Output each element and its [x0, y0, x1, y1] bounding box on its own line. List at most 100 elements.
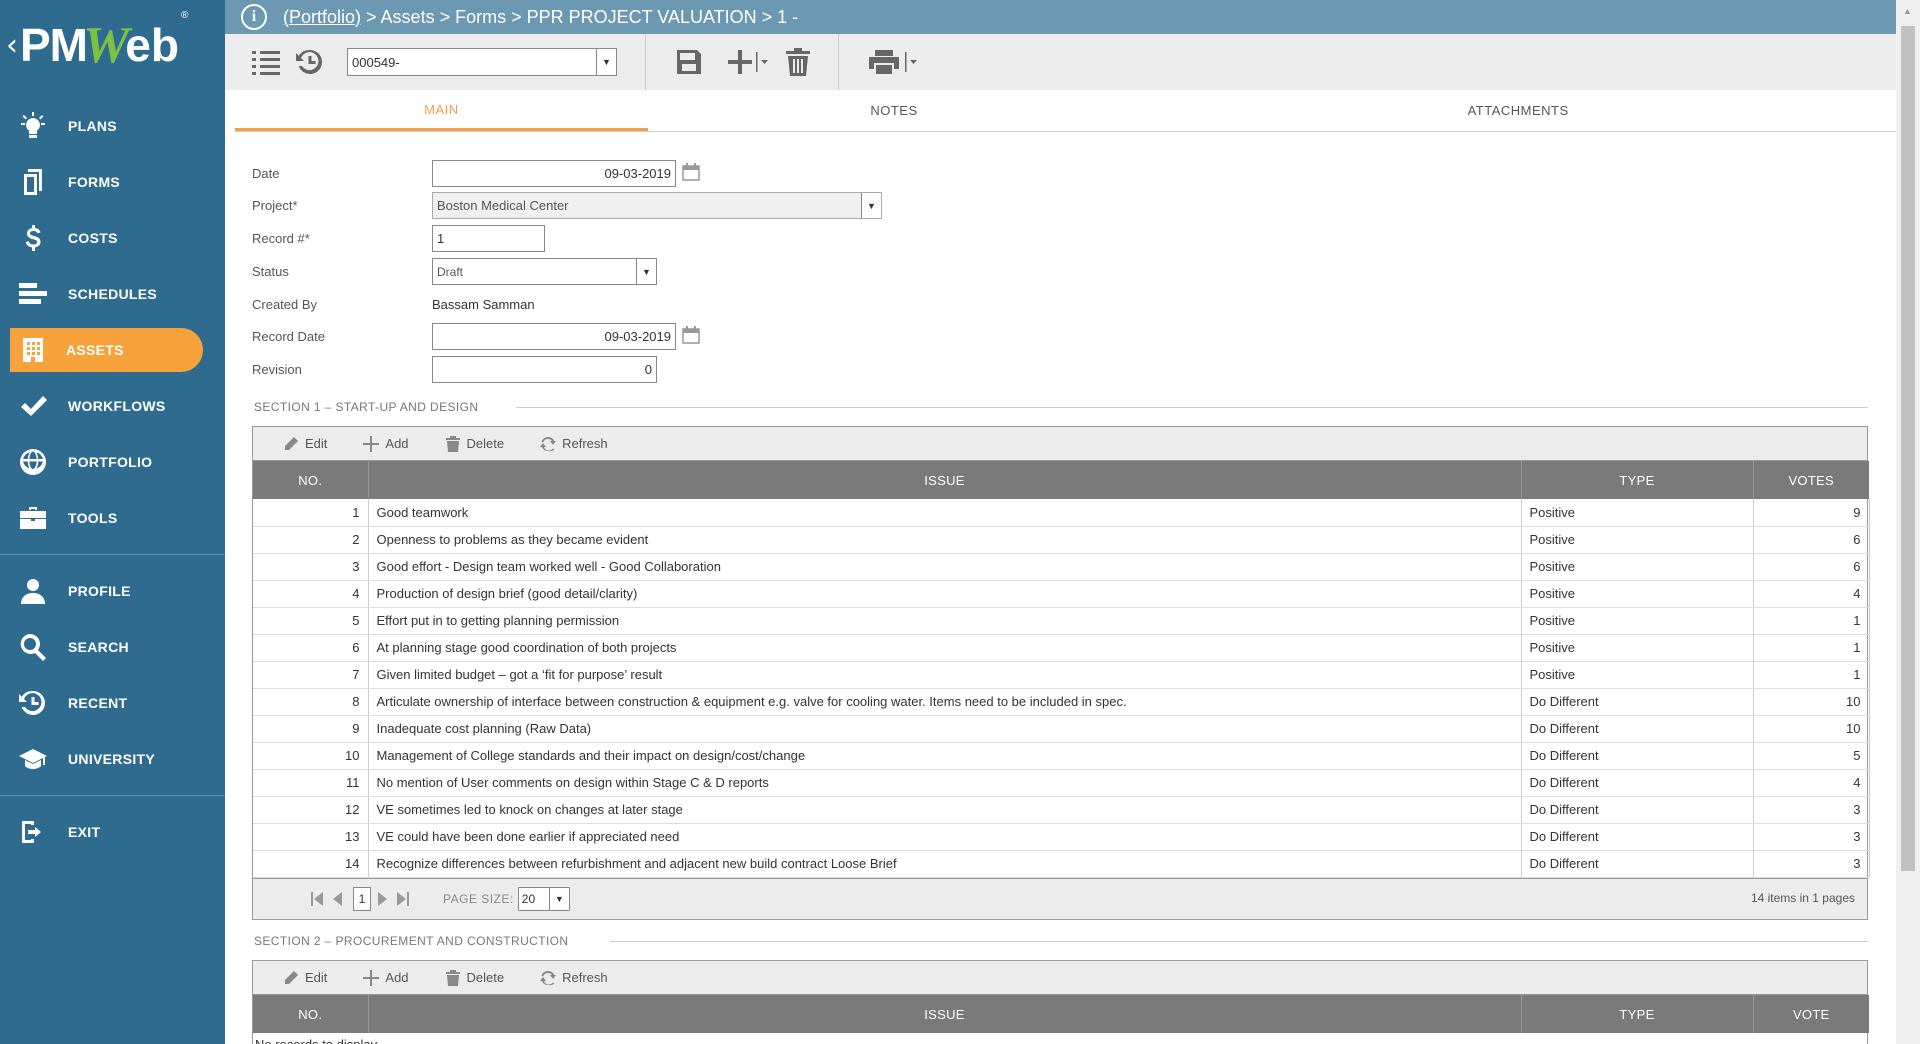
row-issue: Recognize differences between refurbishm… [368, 850, 1522, 878]
column-header-issue[interactable]: ISSUE [368, 461, 1522, 499]
column-header-votes[interactable]: VOTES [1753, 461, 1869, 499]
scroll-up-icon[interactable]: ▲ [1903, 6, 1912, 16]
sidebar-item-workflows[interactable]: WORKFLOWS [0, 378, 225, 434]
refresh-button[interactable]: Refresh [540, 970, 608, 986]
document-icon [18, 167, 48, 197]
page-size-select[interactable]: 20 ▼ [517, 886, 570, 911]
current-page[interactable]: 1 [353, 886, 371, 911]
row-type: Do Different [1521, 796, 1754, 824]
row-type: Do Different [1521, 742, 1754, 770]
first-page-icon[interactable] [309, 891, 325, 907]
row-type: Positive [1521, 526, 1754, 554]
history-icon[interactable] [295, 48, 325, 76]
project-select[interactable]: Boston Medical Center ▼ [432, 192, 882, 219]
table-row[interactable]: 2 Openness to problems as they became evi… [253, 526, 1870, 554]
tab-attachments[interactable]: ATTACHMENTS [1140, 90, 1896, 131]
sidebar-item-plans[interactable]: PLANS [0, 98, 225, 154]
record-date-field[interactable]: 09-03-2019 [432, 323, 676, 350]
refresh-button[interactable]: Refresh [540, 436, 608, 452]
table-row[interactable]: 9 Inadequate cost planning (Raw Data) Do D… [253, 715, 1870, 743]
row-number: 13 [253, 823, 369, 851]
delete-icon[interactable] [784, 48, 812, 76]
add-button[interactable]: Add [363, 435, 409, 452]
status-select[interactable]: Draft ▼ [432, 258, 657, 285]
sidebar-item-assets[interactable]: ASSETS [10, 328, 203, 372]
calendar-icon[interactable] [682, 326, 700, 344]
record-number-field[interactable]: 1 [432, 225, 545, 252]
refresh-icon [540, 436, 557, 451]
toolbar-divider [645, 34, 646, 90]
graduation-cap-icon [18, 744, 48, 774]
sidebar-item-tools[interactable]: TOOLS [0, 490, 225, 546]
user-icon [18, 576, 48, 606]
chevron-down-icon[interactable]: ▼ [861, 193, 881, 218]
chevron-down-icon[interactable]: ▼ [636, 259, 656, 284]
column-header-type[interactable]: TYPE [1521, 995, 1754, 1033]
edit-button[interactable]: Edit [283, 970, 327, 986]
sidebar-item-search[interactable]: SEARCH [0, 619, 225, 675]
tab-notes[interactable]: NOTES [648, 90, 1141, 131]
sidebar-item-label: SEARCH [68, 639, 129, 655]
sidebar-item-forms[interactable]: FORMS [0, 154, 225, 210]
row-number: 7 [253, 661, 369, 689]
table-row[interactable]: 6 At planning stage good coordination of … [253, 634, 1870, 662]
table-row[interactable]: 8 Articulate ownership of interface betwe… [253, 688, 1870, 716]
chevron-down-icon[interactable]: ▼ [548, 887, 569, 910]
row-issue: VE could have been done earlier if appre… [368, 823, 1522, 851]
sidebar-item-recent[interactable]: RECENT [0, 675, 225, 731]
previous-page-icon[interactable] [329, 891, 345, 907]
page-scrollbar[interactable]: ▲ [1896, 0, 1920, 1044]
table-row[interactable]: 4 Production of design brief (good detail… [253, 580, 1870, 608]
table-row[interactable]: 1 Good teamwork Positive 9 [253, 499, 1870, 527]
table-row[interactable]: 5 Effort put in to getting planning permi… [253, 607, 1870, 635]
add-icon[interactable] [726, 48, 770, 76]
column-header-type[interactable]: TYPE [1521, 461, 1754, 499]
table-row[interactable]: 13 VE could have been done earlier if app… [253, 823, 1870, 851]
pmweb-logo[interactable]: ‹ PM W eb ® [0, 0, 225, 90]
info-icon[interactable]: i [241, 4, 267, 30]
sidebar-item-label: PROFILE [68, 583, 131, 599]
revision-field[interactable]: 0 [432, 356, 657, 383]
add-button[interactable]: Add [363, 969, 409, 986]
row-type: Positive [1521, 499, 1754, 527]
table-row[interactable]: 11 No mention of User comments on design … [253, 769, 1870, 797]
sidebar-item-exit[interactable]: EXIT [0, 804, 225, 860]
row-number: 11 [253, 769, 369, 797]
row-issue: Inadequate cost planning (Raw Data) [368, 715, 1522, 743]
column-header-no[interactable]: NO. [253, 461, 369, 499]
back-chevron-icon[interactable]: ‹ [6, 28, 18, 63]
list-icon[interactable] [251, 49, 281, 75]
save-icon[interactable] [674, 48, 704, 76]
sidebar-item-schedules[interactable]: SCHEDULES [0, 266, 225, 322]
column-header-issue[interactable]: ISSUE [368, 995, 1522, 1033]
sidebar-item-portfolio[interactable]: PORTFOLIO [0, 434, 225, 490]
sidebar-item-profile[interactable]: PROFILE [0, 563, 225, 619]
table-row[interactable]: 3 Good effort - Design team worked well -… [253, 553, 1870, 581]
print-icon[interactable] [869, 48, 921, 76]
calendar-icon[interactable] [682, 163, 700, 181]
edit-button[interactable]: Edit [283, 436, 327, 452]
row-number: 5 [253, 607, 369, 635]
bars-icon [18, 279, 48, 309]
section-1-grid: Edit Add Delete Refresh NO. ISSUE TYPE V… [252, 426, 1870, 920]
table-row[interactable]: 10 Management of College standards and th… [253, 742, 1870, 770]
chevron-down-icon[interactable]: ▼ [596, 49, 616, 75]
sidebar-item-university[interactable]: UNIVERSITY [0, 731, 225, 787]
record-selector[interactable]: 000549- ▼ [347, 48, 617, 76]
date-field[interactable]: 09-03-2019 [432, 160, 676, 187]
sidebar-item-costs[interactable]: COSTS [0, 210, 225, 266]
row-votes: 10 [1753, 715, 1870, 743]
scrollbar-thumb[interactable] [1901, 26, 1915, 871]
column-header-vote[interactable]: VOTE [1753, 995, 1869, 1033]
column-header-no[interactable]: NO. [253, 995, 369, 1033]
record-selector-value: 000549- [352, 54, 400, 70]
breadcrumb-portfolio-link[interactable]: (Portfolio) [283, 7, 361, 28]
table-row[interactable]: 12 VE sometimes led to knock on changes a… [253, 796, 1870, 824]
delete-button[interactable]: Delete [445, 969, 504, 986]
next-page-icon[interactable] [375, 891, 391, 907]
last-page-icon[interactable] [395, 891, 411, 907]
delete-button[interactable]: Delete [445, 435, 504, 452]
tab-main[interactable]: MAIN [235, 90, 648, 131]
table-row[interactable]: 14 Recognize differences between refurbis… [253, 850, 1870, 878]
table-row[interactable]: 7 Given limited budget – got a ‘fit for p… [253, 661, 1870, 689]
